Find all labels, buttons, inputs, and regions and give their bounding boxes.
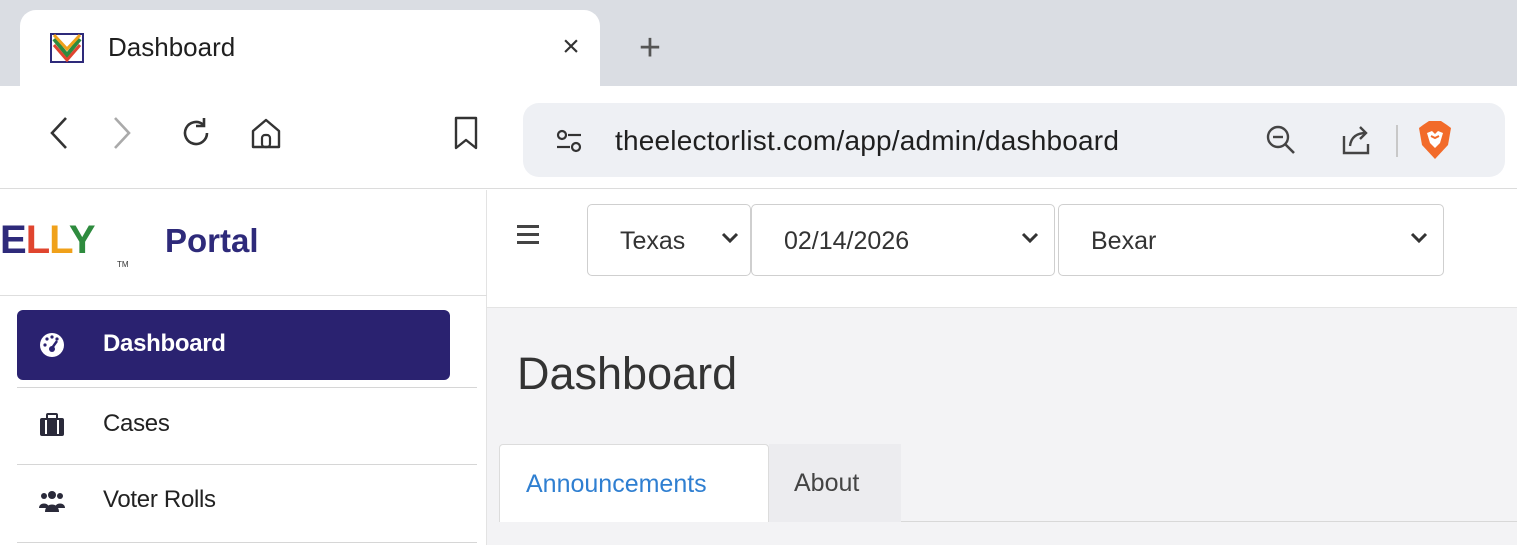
browser-tab-dashboard[interactable]: Dashboard × bbox=[20, 10, 600, 86]
county-select[interactable]: Bexar bbox=[1058, 204, 1444, 276]
nav-divider bbox=[17, 464, 477, 465]
elly-favicon-icon bbox=[50, 33, 84, 63]
users-group-icon bbox=[39, 491, 65, 512]
brand-portal-label: Portal bbox=[165, 222, 259, 259]
hamburger-menu-icon[interactable] bbox=[517, 225, 543, 247]
county-select-value: Bexar bbox=[1091, 227, 1157, 255]
back-button[interactable] bbox=[36, 110, 82, 156]
browser-tab-strip: Dashboard × + bbox=[0, 0, 1517, 97]
active-nav-highlight bbox=[17, 310, 450, 380]
date-select-value: 02/14/2026 bbox=[784, 227, 910, 255]
briefcase-icon bbox=[40, 413, 64, 436]
page-title: Dashboard bbox=[517, 348, 738, 399]
sidebar-item-voter-rolls[interactable]: Voter Rolls bbox=[0, 466, 477, 536]
tab-announcements[interactable]: Announcements bbox=[499, 444, 769, 522]
main-content: Dashboard Announcements About bbox=[487, 308, 1517, 545]
bookmark-button[interactable] bbox=[443, 110, 489, 156]
home-icon bbox=[251, 118, 281, 149]
site-settings-icon[interactable] bbox=[553, 125, 585, 157]
share-icon[interactable] bbox=[1338, 122, 1374, 158]
state-select-value: Texas bbox=[620, 227, 686, 255]
sidebar-item-label: Dashboard bbox=[103, 330, 226, 357]
home-button[interactable] bbox=[243, 110, 289, 156]
chevron-down-icon bbox=[721, 232, 739, 244]
address-bar[interactable]: theelectorlist.com/app/admin/dashboard bbox=[523, 103, 1505, 177]
new-tab-button[interactable]: + bbox=[630, 29, 670, 70]
reload-button[interactable] bbox=[173, 110, 219, 156]
chevron-down-icon bbox=[1410, 232, 1428, 244]
state-select[interactable]: Texas bbox=[587, 204, 751, 276]
tab-label: About bbox=[794, 469, 860, 497]
browser-tab-title: Dashboard bbox=[108, 32, 236, 62]
tab-about[interactable]: About bbox=[769, 444, 901, 522]
nav-divider bbox=[17, 542, 477, 543]
bookmark-icon bbox=[454, 116, 478, 150]
sidebar-item-label: Cases bbox=[103, 410, 170, 437]
sidebar-item-label: Voter Rolls bbox=[103, 486, 216, 513]
date-select[interactable]: 02/14/2026 bbox=[751, 204, 1055, 276]
browser-toolbar: theelectorlist.com/app/admin/dashboard bbox=[0, 86, 1517, 189]
reload-icon bbox=[183, 118, 209, 146]
brave-shields-icon[interactable] bbox=[1416, 119, 1454, 161]
arrow-right-icon bbox=[114, 117, 131, 149]
close-tab-icon[interactable]: × bbox=[557, 30, 585, 64]
nav-divider bbox=[17, 387, 477, 388]
url-text[interactable]: theelectorlist.com/app/admin/dashboard bbox=[615, 125, 1119, 157]
sidebar: ELLY TM Portal Dashboard Cases Voter Rol… bbox=[0, 190, 487, 545]
chevron-down-icon bbox=[1021, 232, 1039, 244]
top-filter-bar: Texas 02/14/2026 Bexar bbox=[487, 190, 1517, 308]
trademark-mark: TM bbox=[117, 260, 129, 269]
forward-button[interactable] bbox=[99, 110, 145, 156]
address-bar-divider bbox=[1396, 125, 1398, 157]
dashboard-gauge-icon bbox=[40, 333, 64, 357]
elly-logo: ELLY bbox=[0, 218, 96, 262]
sidebar-item-dashboard[interactable]: Dashboard bbox=[0, 310, 477, 380]
tab-label: Announcements bbox=[526, 470, 707, 498]
zoom-out-icon[interactable] bbox=[1263, 122, 1299, 158]
content-tabs: Announcements About bbox=[499, 444, 1517, 522]
arrow-left-icon bbox=[50, 117, 67, 149]
brand-header[interactable]: ELLY TM Portal bbox=[0, 190, 487, 296]
sidebar-item-cases[interactable]: Cases bbox=[0, 390, 477, 460]
